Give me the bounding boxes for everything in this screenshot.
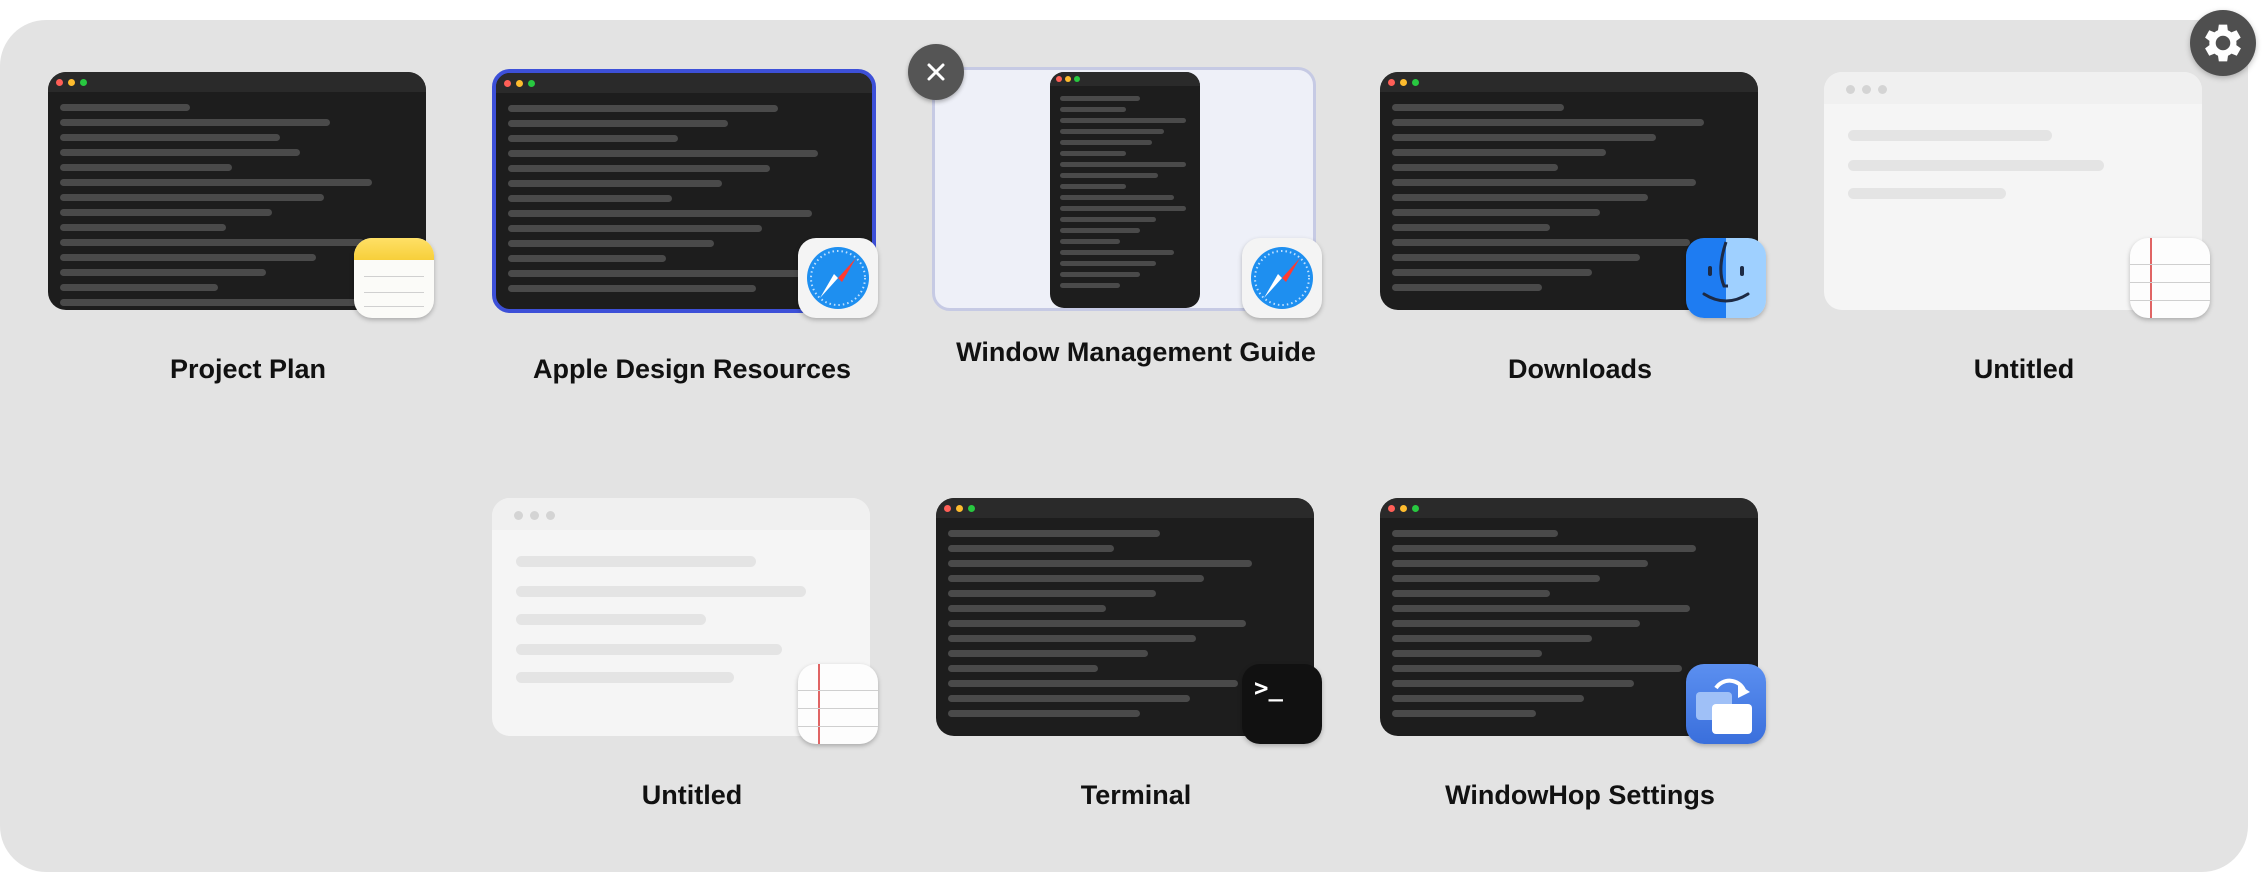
textedit-icon: [798, 664, 878, 744]
finder-icon: [1686, 238, 1766, 318]
window-title: Untitled: [1973, 354, 2075, 384]
safari-icon: [798, 238, 878, 318]
notes-icon: [354, 238, 434, 318]
safari-icon: [1242, 238, 1322, 318]
window-title: Apple Design Resources: [532, 354, 852, 384]
window-title: Untitled: [641, 780, 743, 810]
settings-gear-icon[interactable]: [2190, 10, 2256, 76]
window-thumbnail: [1050, 72, 1200, 308]
windowhop-icon: [1686, 664, 1766, 744]
window-title: Downloads: [1507, 354, 1652, 384]
terminal-icon: >_: [1242, 664, 1322, 744]
close-window-button[interactable]: [908, 44, 964, 100]
window-title: Window Management Guide: [956, 337, 1316, 367]
window-title: Project Plan: [169, 354, 327, 384]
close-icon: [927, 63, 945, 81]
terminal-prompt: >_: [1254, 674, 1283, 702]
window-title: Terminal: [1080, 780, 1192, 810]
window-title: WindowHop Settings: [1445, 780, 1715, 810]
textedit-icon: [2130, 238, 2210, 318]
